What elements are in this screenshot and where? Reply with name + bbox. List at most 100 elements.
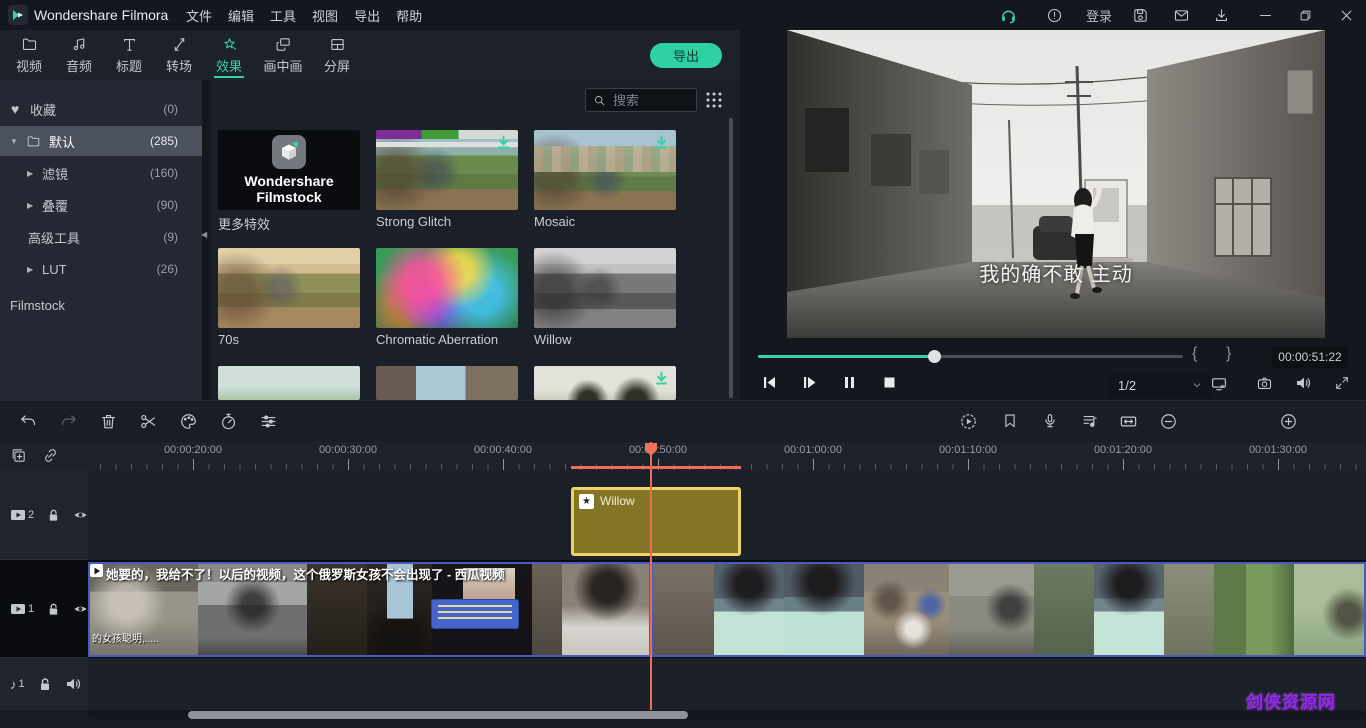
sidebar-item-default[interactable]: ▼ 默认 (285) xyxy=(0,126,202,156)
seek-bar-thumb[interactable] xyxy=(928,350,941,363)
snapshot-camera-icon[interactable] xyxy=(1256,375,1273,392)
support-headset-icon[interactable] xyxy=(988,0,1028,30)
menu-bar: 文件 编辑 工具 视图 导出 帮助 xyxy=(186,0,438,30)
close-button[interactable] xyxy=(1326,0,1366,30)
chevron-right-icon[interactable]: ▶ xyxy=(27,169,37,178)
download-icon[interactable] xyxy=(1201,0,1241,30)
split-scissors-button[interactable] xyxy=(139,412,158,431)
previous-frame-button[interactable] xyxy=(762,375,777,390)
effect-thumb-chromatic-aberration[interactable] xyxy=(376,248,518,328)
effect-thumb-partial[interactable] xyxy=(218,366,360,400)
tab-effects[interactable]: 效果 xyxy=(204,30,254,80)
link-icon[interactable] xyxy=(42,447,59,464)
menu-view[interactable]: 视图 xyxy=(312,6,338,25)
save-icon[interactable] xyxy=(1120,0,1160,30)
mail-icon[interactable] xyxy=(1161,0,1201,30)
play-button[interactable] xyxy=(802,375,817,390)
video-clip-segment-2[interactable] xyxy=(651,562,1366,657)
tab-transitions[interactable]: 转场 xyxy=(154,30,204,80)
panel-collapse-icon[interactable]: ◀ xyxy=(201,230,207,239)
lock-icon[interactable] xyxy=(46,507,61,523)
pause-button[interactable] xyxy=(842,375,857,390)
minimize-button[interactable] xyxy=(1245,0,1285,30)
audio-mixer-button[interactable] xyxy=(1081,412,1099,430)
app-title: Wondershare Filmora xyxy=(34,7,168,23)
tab-video[interactable]: 视频 xyxy=(4,30,54,80)
chevron-right-icon[interactable]: ▶ xyxy=(27,201,37,210)
mark-in-icon[interactable]: { xyxy=(1192,345,1197,363)
sidebar-item-filmstock[interactable]: Filmstock xyxy=(0,290,202,320)
lock-icon[interactable] xyxy=(37,676,53,692)
search-box[interactable] xyxy=(585,88,697,112)
volume-icon[interactable] xyxy=(1295,375,1311,391)
effect-thumb-willow[interactable] xyxy=(534,248,676,328)
menu-export[interactable]: 导出 xyxy=(354,6,380,25)
video-subtitle: 我的确不敢 主动 xyxy=(787,258,1325,287)
display-device-icon[interactable] xyxy=(1210,375,1228,393)
tab-audio[interactable]: 音频 xyxy=(54,30,104,80)
effect-card-filmstock[interactable]: Wondershare Filmstock xyxy=(218,130,360,210)
zoom-out-button[interactable] xyxy=(1159,412,1178,431)
track-lane-audio1[interactable] xyxy=(88,658,1366,710)
chevron-right-icon[interactable]: ▶ xyxy=(27,265,37,274)
tab-titles[interactable]: 标题 xyxy=(104,30,154,80)
effect-thumb-strong-glitch[interactable] xyxy=(376,130,518,210)
voiceover-mic-button[interactable] xyxy=(1041,412,1059,430)
sidebar-item-favorites[interactable]: ♥ 收藏 (0) xyxy=(0,94,202,124)
effect-thumb-mosaic[interactable] xyxy=(534,130,676,210)
render-preview-button[interactable] xyxy=(959,412,978,431)
add-media-icon[interactable] xyxy=(10,447,27,464)
marker-button[interactable] xyxy=(1001,412,1019,430)
effects-category-sidebar: ♥ 收藏 (0) ▼ 默认 (285) ▶ 滤镜 (160) ▶ 叠覆 (90)… xyxy=(0,80,202,400)
sidebar-item-overlays[interactable]: ▶ 叠覆 (90) xyxy=(0,190,202,220)
fit-timeline-button[interactable] xyxy=(1119,412,1138,431)
lock-icon[interactable] xyxy=(46,601,61,617)
effects-scrollbar[interactable] xyxy=(729,118,733,398)
color-palette-button[interactable] xyxy=(179,412,198,431)
preview-zoom-select[interactable]: 1/2 xyxy=(1108,373,1212,397)
tab-splitscreen[interactable]: 分屏 xyxy=(312,30,362,80)
eye-icon[interactable] xyxy=(73,507,88,523)
zoom-in-button[interactable] xyxy=(1279,412,1298,431)
menu-edit[interactable]: 编辑 xyxy=(228,6,254,25)
sidebar-item-filters[interactable]: ▶ 滤镜 (160) xyxy=(0,158,202,188)
playhead-line[interactable] xyxy=(650,442,652,710)
search-input[interactable] xyxy=(611,92,689,109)
tab-pip[interactable]: 画中画 xyxy=(254,30,312,80)
info-icon[interactable] xyxy=(1034,0,1074,30)
video-preview[interactable] xyxy=(787,30,1325,338)
folder-icon xyxy=(26,134,41,149)
sidebar-item-lut[interactable]: ▶ LUT (26) xyxy=(0,254,202,284)
export-button[interactable]: 导出 xyxy=(650,43,722,68)
menu-help[interactable]: 帮助 xyxy=(396,6,422,25)
menu-file[interactable]: 文件 xyxy=(186,6,212,25)
effect-clip-willow[interactable]: ★ Willow xyxy=(571,487,741,556)
redo-button[interactable] xyxy=(59,412,78,431)
undo-button[interactable] xyxy=(19,412,38,431)
effect-label: Chromatic Aberration xyxy=(376,332,498,347)
timeline-ruler[interactable]: 00:00:20:00 00:00:30:00 00:00:40:00 00:0… xyxy=(0,442,1366,470)
menu-tools[interactable]: 工具 xyxy=(270,6,296,25)
effects-panel: Wondershare Filmstock 更多特效 Strong Glitch… xyxy=(210,80,740,400)
effect-thumb-70s[interactable] xyxy=(218,248,360,328)
mark-out-icon[interactable]: } xyxy=(1226,345,1231,363)
stop-button[interactable] xyxy=(882,375,897,390)
ruler-label: 00:01:30:00 xyxy=(1249,444,1307,456)
timeline-hscroll-thumb[interactable] xyxy=(188,711,688,719)
sidebar-item-advanced-tools[interactable]: 高级工具 (9) xyxy=(0,222,202,252)
login-button[interactable]: 登录 xyxy=(1076,0,1122,30)
speaker-icon[interactable] xyxy=(65,676,81,692)
effect-thumb-partial[interactable] xyxy=(376,366,518,400)
chevron-down-icon[interactable]: ▼ xyxy=(10,137,20,146)
restore-button[interactable] xyxy=(1285,0,1325,30)
adjust-button[interactable] xyxy=(259,412,278,431)
clip-subtitle-box xyxy=(432,600,518,628)
effect-thumb-partial[interactable] xyxy=(534,366,676,400)
download-effect-icon xyxy=(654,371,669,386)
fullscreen-icon[interactable] xyxy=(1334,375,1350,391)
ruler-label: 00:00:20:00 xyxy=(164,444,222,456)
eye-icon[interactable] xyxy=(73,601,88,617)
speed-button[interactable] xyxy=(219,412,238,431)
grid-view-icon[interactable] xyxy=(705,91,723,109)
delete-button[interactable] xyxy=(99,412,118,431)
